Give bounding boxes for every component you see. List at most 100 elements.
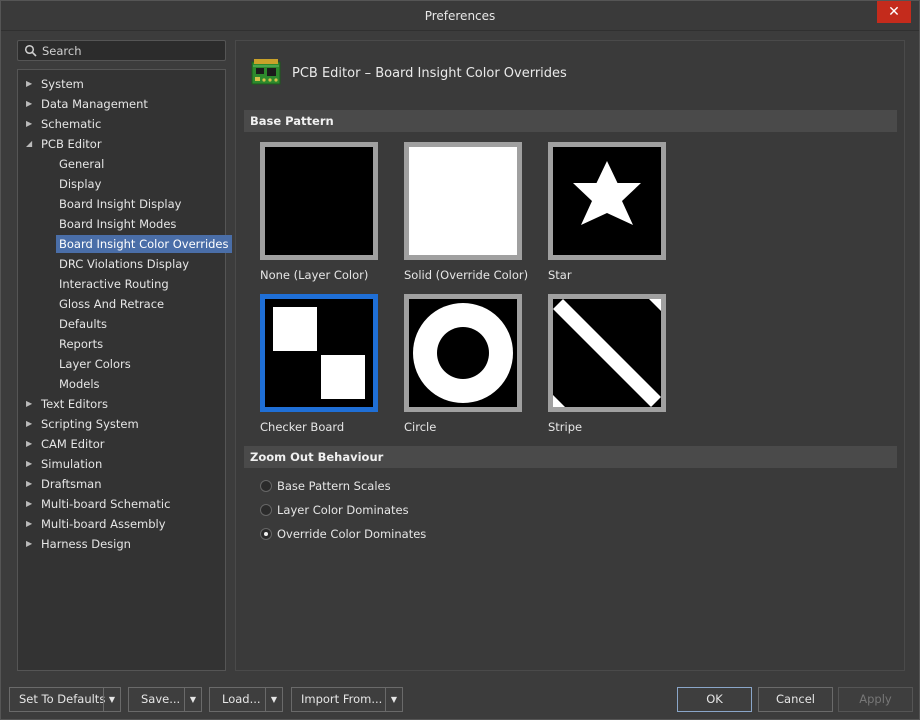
import-from-label: Import From... (301, 692, 383, 706)
pattern-swatch[interactable] (548, 294, 666, 412)
tree-item[interactable]: Defaults (56, 315, 110, 333)
apply-label: Apply (859, 692, 892, 706)
chevron-right-icon[interactable]: ▶ (26, 535, 38, 553)
tree-item-label: Board Insight Color Overrides (56, 235, 232, 253)
tree-item-label: Harness Design (41, 537, 131, 551)
tree-item[interactable]: Reports (56, 335, 106, 353)
tree-item-label: Draftsman (41, 477, 102, 491)
chevron-right-icon[interactable]: ▶ (26, 455, 38, 473)
save-button[interactable]: Save... ▼ (128, 687, 202, 712)
tree-item[interactable]: General (56, 155, 107, 173)
search-icon (24, 44, 37, 57)
pattern-swatch[interactable] (404, 142, 522, 260)
cancel-label: Cancel (776, 692, 815, 706)
chevron-right-icon[interactable]: ▶ (26, 395, 38, 413)
zoom-out-heading: Zoom Out Behaviour (244, 446, 897, 468)
chevron-right-icon[interactable]: ▶ (26, 75, 38, 93)
tree-item[interactable]: ▶ Text Editors (26, 395, 111, 413)
tree-item[interactable]: Board Insight Modes (56, 215, 179, 233)
tree-item[interactable]: Layer Colors (56, 355, 134, 373)
chevron-down-icon[interactable]: ▼ (184, 688, 201, 711)
solid-pattern-icon (409, 147, 517, 255)
chevron-down-icon[interactable]: ▼ (265, 688, 282, 711)
radio-button[interactable] (260, 504, 272, 516)
ok-label: OK (706, 692, 723, 706)
tree-item[interactable]: Board Insight Display (56, 195, 184, 213)
pattern-caption: Circle (404, 420, 437, 434)
base-pattern-heading: Base Pattern (244, 110, 897, 132)
tree-item[interactable]: ◢ PCB Editor (26, 135, 105, 153)
radio-label: Override Color Dominates (277, 527, 427, 541)
pattern-stripe[interactable]: Stripe (548, 294, 666, 434)
tree-item[interactable]: ▶ Multi-board Schematic (26, 495, 173, 513)
ok-button[interactable]: OK (677, 687, 752, 712)
tree-item-label: Scripting System (41, 417, 139, 431)
tree-item[interactable]: ▶ Scripting System (26, 415, 142, 433)
tree-item[interactable]: ▶ CAM Editor (26, 435, 108, 453)
close-button[interactable]: ✕ (877, 1, 911, 23)
tree-item[interactable]: ▶ Multi-board Assembly (26, 515, 169, 533)
category-tree: ▶ System ▶ Data Management ▶ Schematic ◢ PCB Ed… (17, 69, 232, 671)
chevron-down-icon[interactable]: ▼ (385, 688, 402, 711)
tree-item-label: Models (59, 377, 100, 391)
tree-item[interactable]: ▶ Data Management (26, 95, 151, 113)
tree-item[interactable]: ▶ Harness Design (26, 535, 134, 553)
radio-label: Base Pattern Scales (277, 479, 391, 493)
tree-item-label: System (41, 77, 84, 91)
pattern-swatch[interactable] (404, 294, 522, 412)
tree-item[interactable]: Models (56, 375, 103, 393)
cancel-button[interactable]: Cancel (758, 687, 833, 712)
apply-button[interactable]: Apply (838, 687, 913, 712)
tree-item-label: Display (59, 177, 102, 191)
pattern-swatch[interactable] (548, 142, 666, 260)
chevron-right-icon[interactable]: ▶ (26, 475, 38, 493)
pattern-star[interactable]: Star (548, 142, 666, 282)
tree-item[interactable]: Display (56, 175, 104, 193)
tree-item-label: Board Insight Display (59, 197, 182, 211)
chevron-right-icon[interactable]: ▶ (26, 495, 38, 513)
radio-button[interactable] (260, 528, 272, 540)
radio-label: Layer Color Dominates (277, 503, 409, 517)
chevron-right-icon[interactable]: ▶ (26, 515, 38, 533)
pattern-checker[interactable]: Checker Board (260, 294, 378, 434)
pattern-swatch[interactable] (260, 142, 378, 260)
chevron-right-icon[interactable]: ▶ (26, 115, 38, 133)
tree-item[interactable]: ▶ System (26, 75, 87, 93)
load-button[interactable]: Load... ▼ (209, 687, 283, 712)
tree-item[interactable]: ▶ Draftsman (26, 475, 105, 493)
search-input[interactable]: Search (17, 40, 226, 61)
tree-item-label: PCB Editor (41, 137, 102, 151)
tree-item-label: Board Insight Modes (59, 217, 177, 231)
tree-item-label: CAM Editor (41, 437, 105, 451)
save-label: Save... (141, 692, 181, 706)
tree-item[interactable]: ▶ Schematic (26, 115, 104, 133)
page-title: PCB Editor – Board Insight Color Overrid… (292, 66, 567, 81)
tree-item[interactable]: Interactive Routing (56, 275, 172, 293)
chevron-expanded-icon[interactable]: ◢ (26, 135, 38, 153)
set-to-defaults-button[interactable]: Set To Defaults ▼ (9, 687, 121, 712)
tree-item-label: Gloss And Retrace (59, 297, 165, 311)
tree-item[interactable]: Gloss And Retrace (56, 295, 167, 313)
pattern-caption: Solid (Override Color) (404, 268, 529, 282)
chevron-down-icon[interactable]: ▼ (103, 688, 120, 711)
tree-item[interactable]: ▶ Simulation (26, 455, 105, 473)
title-bar: Preferences ✕ (1, 1, 919, 31)
chevron-right-icon[interactable]: ▶ (26, 435, 38, 453)
chevron-right-icon[interactable]: ▶ (26, 95, 38, 113)
tree-item[interactable]: DRC Violations Display (56, 255, 192, 273)
checker-pattern-icon (273, 307, 365, 399)
chevron-right-icon[interactable]: ▶ (26, 415, 38, 433)
pattern-none[interactable]: None (Layer Color) (260, 142, 378, 282)
pattern-caption: None (Layer Color) (260, 268, 369, 282)
tree-item-label: General (59, 157, 105, 171)
pattern-caption: Stripe (548, 420, 583, 434)
tree-item-label: Defaults (59, 317, 108, 331)
pattern-swatch[interactable] (260, 294, 378, 412)
none-pattern-icon (265, 147, 373, 255)
import-from-button[interactable]: Import From... ▼ (291, 687, 403, 712)
pattern-solid[interactable]: Solid (Override Color) (404, 142, 529, 282)
radio-button[interactable] (260, 480, 272, 492)
tree-item[interactable]: Board Insight Color Overrides (56, 235, 232, 253)
pattern-circle[interactable]: Circle (404, 294, 522, 434)
tree-item-label: Text Editors (41, 397, 108, 411)
